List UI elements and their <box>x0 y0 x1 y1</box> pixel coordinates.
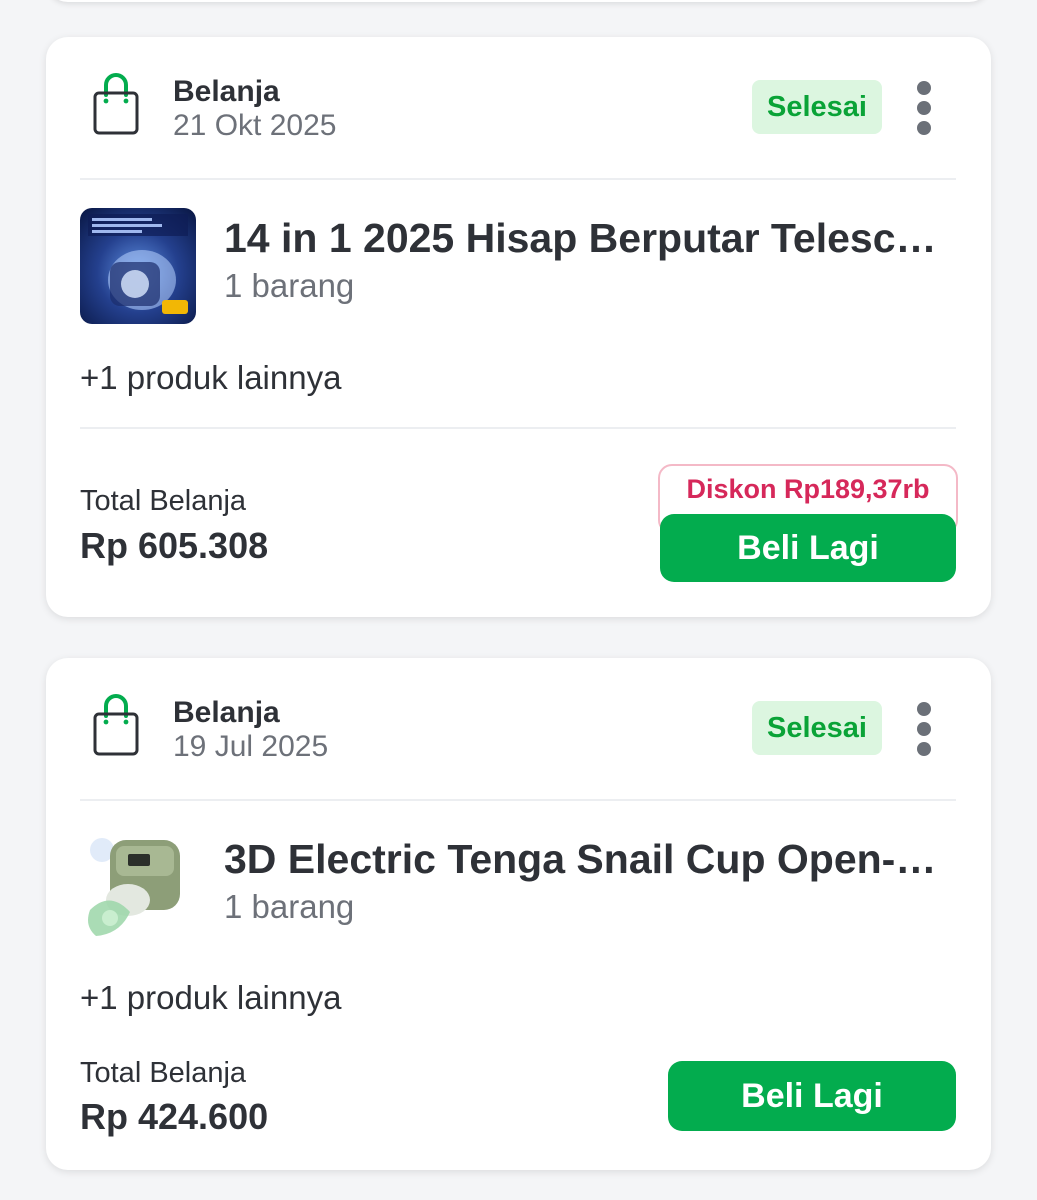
total-label: Total Belanja <box>80 1057 247 1089</box>
product-name[interactable]: 3D Electric Tenga Snail Cup Open-End <box>224 836 956 883</box>
order-date: 19 Jul 2025 <box>173 730 329 763</box>
shopping-bag-icon <box>93 694 139 756</box>
buy-again-button[interactable]: Beli Lagi <box>668 1061 956 1131</box>
buy-again-button[interactable]: Beli Lagi <box>660 514 956 582</box>
order-card[interactable]: Belanja 19 Jul 2025 Selesai 3D Electric … <box>46 658 991 1170</box>
divider <box>80 427 956 429</box>
shopping-bag-icon <box>93 73 139 135</box>
more-products-text: +1 produk lainnya <box>80 979 342 1016</box>
product-thumbnail[interactable] <box>80 208 196 324</box>
order-category: Belanja <box>173 696 280 729</box>
divider <box>80 178 956 180</box>
order-category: Belanja <box>173 75 280 108</box>
more-vertical-icon[interactable] <box>912 702 936 756</box>
total-value: Rp 605.308 <box>80 525 269 566</box>
total-value: Rp 424.600 <box>80 1096 269 1137</box>
status-badge: Selesai <box>752 80 882 134</box>
total-label: Total Belanja <box>80 485 247 517</box>
product-quantity: 1 barang <box>224 888 355 925</box>
product-name[interactable]: 14 in 1 2025 Hisap Berputar Telescopic <box>224 215 956 262</box>
status-badge: Selesai <box>752 701 882 755</box>
discount-text: Diskon Rp189,37rb <box>686 474 930 504</box>
more-products-text: +1 produk lainnya <box>80 359 342 396</box>
product-quantity: 1 barang <box>224 267 355 304</box>
more-vertical-icon[interactable] <box>912 81 936 135</box>
previous-order-card <box>46 0 991 2</box>
product-thumbnail[interactable] <box>80 830 196 946</box>
order-card[interactable]: Belanja 21 Okt 2025 Selesai 14 in 1 2025 <box>46 37 991 617</box>
divider <box>80 799 956 801</box>
order-date: 21 Okt 2025 <box>173 109 337 142</box>
